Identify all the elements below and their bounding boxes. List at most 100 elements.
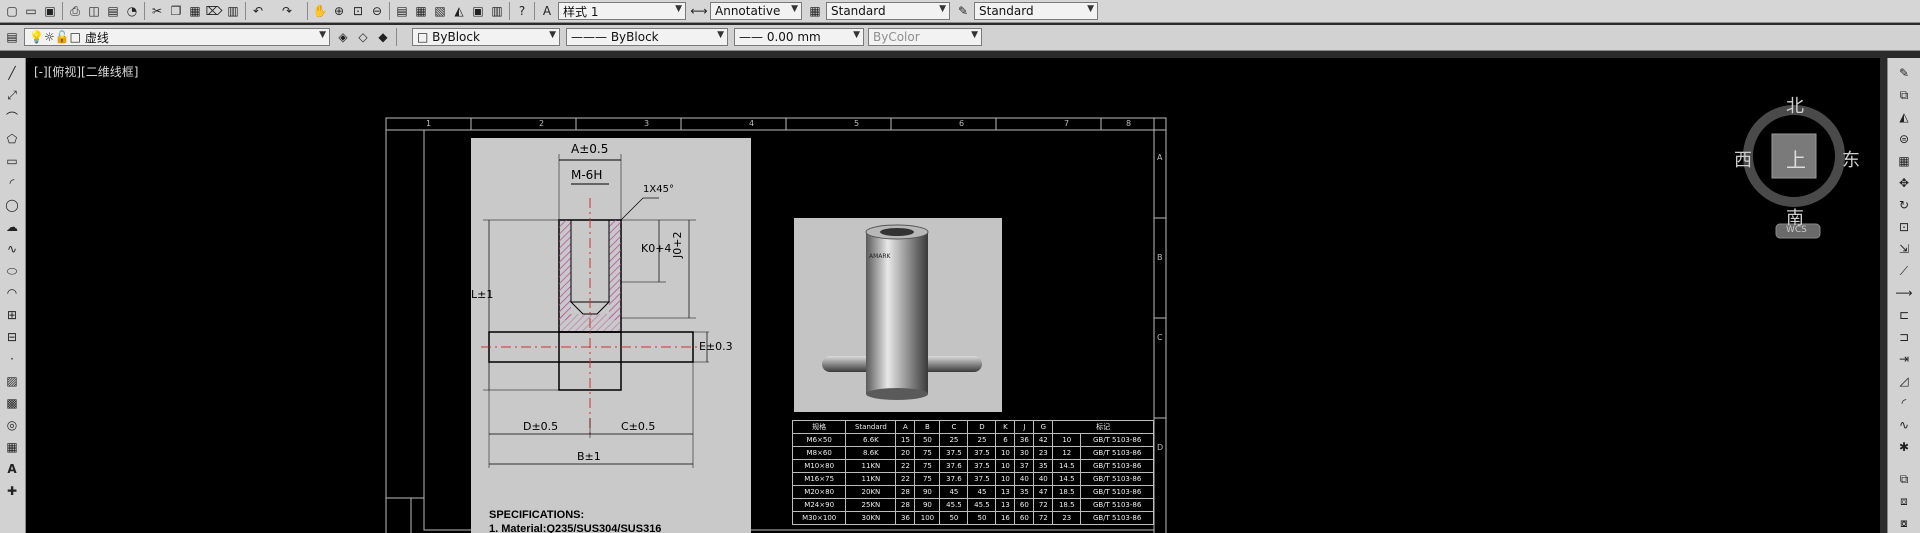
text-style-icon[interactable]: A [538,2,556,20]
add-selected-icon[interactable]: ✚ [3,482,21,500]
blend-curves-icon[interactable]: ∿ [1895,416,1913,434]
rectangle-icon[interactable]: ▭ [3,152,21,170]
point-icon[interactable]: · [3,350,21,368]
viewcube-west[interactable]: 西 [1734,146,1752,172]
plot-icon[interactable]: ⎙ [66,2,84,20]
redo-icon[interactable]: ↷ [278,2,296,20]
zoom-window-icon[interactable]: ⊡ [349,2,367,20]
array-icon[interactable]: ▦ [1895,152,1913,170]
quickcalc-icon[interactable]: ▥ [488,2,506,20]
polygon-icon[interactable]: ⬠ [3,130,21,148]
wcs-menu[interactable]: WCS [1786,225,1807,235]
draw-order-icon[interactable]: ⧉ [1895,470,1913,488]
lineweight-select[interactable]: —— 0.00 mm ▼ [734,28,864,46]
insert-block-icon[interactable]: ⊞ [3,306,21,324]
viewcube-top-face[interactable]: 上 [1786,144,1806,173]
drawing-canvas[interactable]: [-][俯视][二维线框] 1 2 3 4 5 6 7 8 A B C D A±… [26,58,1880,533]
spline-icon[interactable]: ∿ [3,240,21,258]
chamfer-icon[interactable]: ◿ [1895,372,1913,390]
cut-icon[interactable]: ✂ [148,2,166,20]
table-cell: 75 [914,446,941,460]
viewcube-east[interactable]: 东 [1842,146,1860,172]
table-style-select[interactable]: Standard ▼ [974,2,1098,20]
3d-dwf-icon[interactable]: ◔ [123,2,141,20]
dim-d: D±0.5 [523,420,559,433]
block-editor-icon[interactable]: ▥ [224,2,242,20]
construction-line-icon[interactable]: ⤢ [3,86,21,104]
hatch-icon[interactable]: ▨ [3,372,21,390]
undo-icon[interactable]: ↶ [249,2,267,20]
print-preview-icon[interactable]: ◫ [85,2,103,20]
circle-icon[interactable]: ◯ [3,196,21,214]
break-at-point-icon[interactable]: ⊏ [1895,306,1913,324]
extend-icon[interactable]: ⟶ [1895,284,1913,302]
pan-icon[interactable]: ✋ [311,2,329,20]
match-properties-icon[interactable]: ⌦ [205,2,223,20]
make-current-icon[interactable]: ◈ [334,28,352,46]
table-row: M24×90 25KN 28 90 45.5 45.5 13 60 72 18.5 GB/T 510… [791,498,1154,512]
sheet-col-label: 5 [854,119,860,128]
markup-icon[interactable]: ▣ [469,2,487,20]
arc-icon[interactable]: ◜ [3,174,21,192]
polyline-icon[interactable]: ⌒ [3,108,21,126]
table-cell: 6 [995,433,1016,447]
linetype-select[interactable]: ——— ByBlock ▼ [566,28,728,46]
table-cell: 15 [895,433,916,447]
part-section-view [481,154,709,468]
ellipse-arc-icon[interactable]: ◠ [3,284,21,302]
gradient-icon[interactable]: ▩ [3,394,21,412]
rotate-icon[interactable]: ↻ [1895,196,1913,214]
properties-icon[interactable]: ▤ [393,2,411,20]
save-icon[interactable]: ▣ [41,2,59,20]
dim-style-select[interactable]: Standard ▼ [826,2,950,20]
move-icon[interactable]: ✥ [1895,174,1913,192]
viewcube[interactable]: 北 南 东 西 上 WCS [1734,76,1864,251]
open-file-icon[interactable]: ▭ [22,2,40,20]
paste-icon[interactable]: ▦ [186,2,204,20]
layer-previous-icon[interactable]: ◇ [354,28,372,46]
new-file-icon[interactable]: ▢ [3,2,21,20]
design-center-icon[interactable]: ▦ [412,2,430,20]
join-icon[interactable]: ⇥ [1895,350,1913,368]
multileader-style-icon[interactable]: ✎ [954,2,972,20]
table-style-icon[interactable]: ▦ [806,2,824,20]
copy-icon[interactable]: ❐ [167,2,185,20]
layer-state-icon[interactable]: ◆ [374,28,392,46]
draw-order-back-icon[interactable]: ⧇ [1895,514,1913,532]
dim-style-icon[interactable]: ⟷ [690,2,708,20]
zoom-realtime-icon[interactable]: ⊕ [330,2,348,20]
sheet-set-icon[interactable]: ◭ [450,2,468,20]
zoom-previous-icon[interactable]: ⊖ [368,2,386,20]
draw-order-front-icon[interactable]: ⧈ [1895,492,1913,510]
line-icon[interactable]: ╱ [3,64,21,82]
table-cell: GB/T 5103-86 [1080,511,1154,525]
tool-palettes-icon[interactable]: ▧ [431,2,449,20]
table-cell: M16×75 [791,472,847,486]
ellipse-icon[interactable]: ⬭ [3,262,21,280]
publish-icon[interactable]: ▤ [104,2,122,20]
layer-manager-icon[interactable]: ▤ [3,28,21,46]
stretch-icon[interactable]: ⇲ [1895,240,1913,258]
header-cell: J [1014,420,1035,434]
copy-object-icon[interactable]: ⧉ [1895,86,1913,104]
plot-style-select: ByColor ▼ [868,28,982,46]
make-block-icon[interactable]: ⊟ [3,328,21,346]
region-icon[interactable]: ◎ [3,416,21,434]
erase-icon[interactable]: ✎ [1895,64,1913,82]
mirror-icon[interactable]: ◭ [1895,108,1913,126]
text-style-select[interactable]: 样式 1 ▼ [558,2,686,20]
fillet-icon[interactable]: ◜ [1895,394,1913,412]
viewcube-north[interactable]: 北 [1786,92,1804,118]
help-icon[interactable]: ? [513,2,531,20]
annotative-select[interactable]: Annotative ▼ [710,2,802,20]
layer-select[interactable]: 💡 ☼ 🔓 □ 虚线 ▼ [24,28,330,46]
break-icon[interactable]: ⊐ [1895,328,1913,346]
explode-icon[interactable]: ✱ [1895,438,1913,456]
table-icon[interactable]: ▦ [3,438,21,456]
revcloud-icon[interactable]: ☁ [3,218,21,236]
color-select[interactable]: □ ByBlock ▼ [412,28,560,46]
offset-icon[interactable]: ⊜ [1895,130,1913,148]
mtext-icon[interactable]: A [3,460,21,478]
trim-icon[interactable]: ⟋ [1895,262,1913,280]
scale-icon[interactable]: ⊡ [1895,218,1913,236]
